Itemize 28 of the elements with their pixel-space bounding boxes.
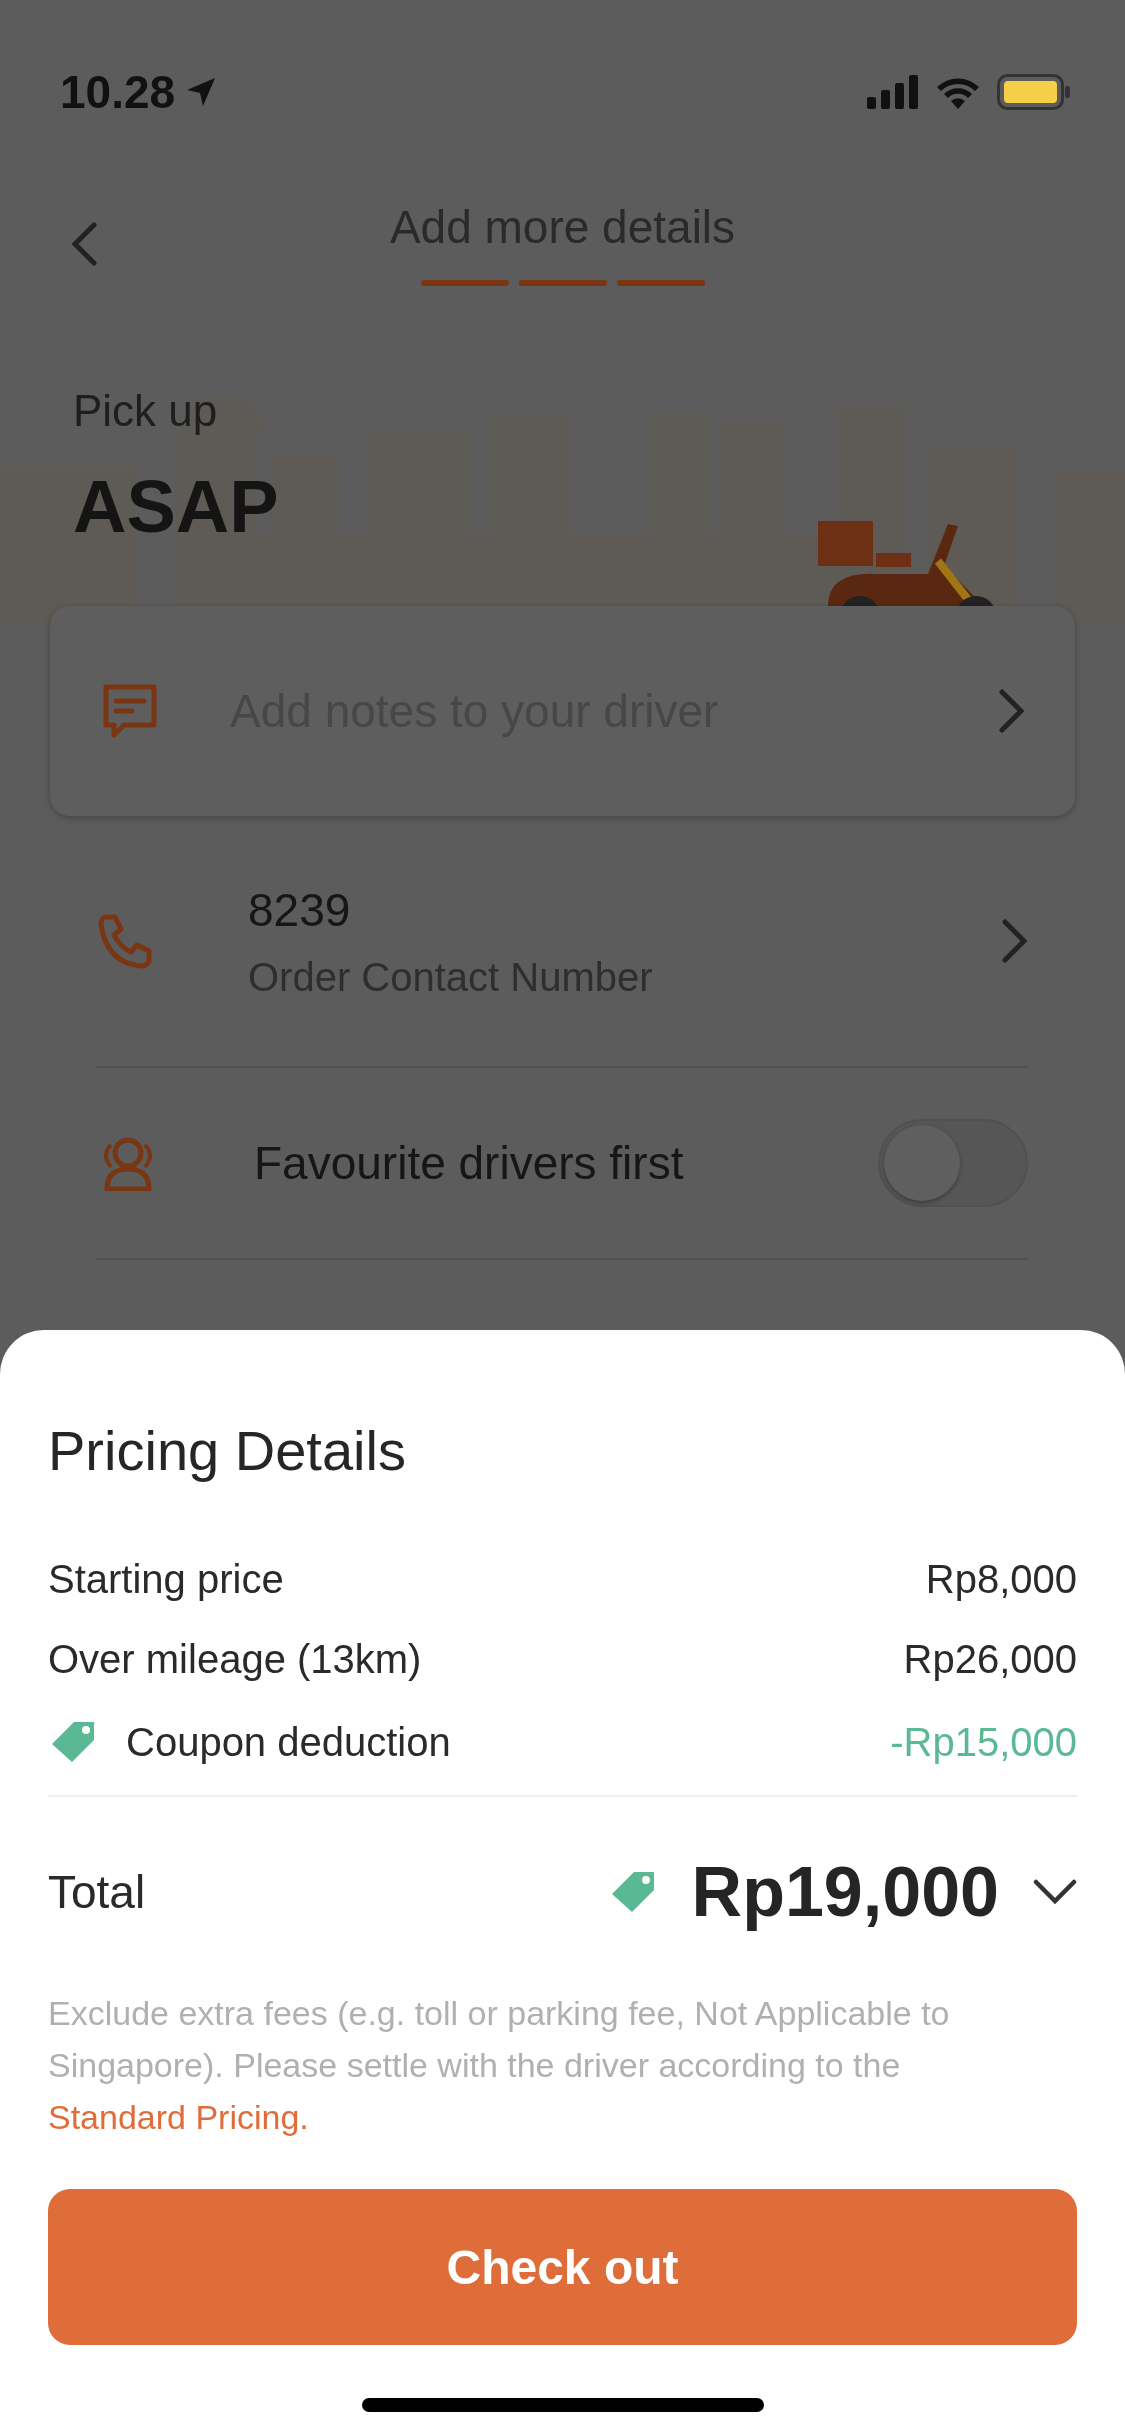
chat-icon: [102, 683, 158, 739]
pricing-link[interactable]: Standard Pricing.: [48, 2098, 309, 2136]
price-label: Starting price: [48, 1556, 284, 1602]
price-label: Over mileage (13km): [48, 1636, 422, 1682]
chevron-right-icon[interactable]: [999, 689, 1025, 733]
price-amount: Rp26,000: [903, 1636, 1077, 1682]
status-time: 10.28: [60, 65, 176, 119]
location-arrow-icon: [185, 76, 218, 108]
price-amount: Rp8,000: [925, 1556, 1077, 1602]
pickup-time: ASAP: [73, 464, 280, 549]
expand-toggle[interactable]: [1033, 1878, 1077, 1906]
battery-icon: [997, 74, 1071, 110]
chevron-icon: [1033, 1878, 1077, 1906]
pickup-label: Pick up: [73, 386, 219, 436]
checkout-button[interactable]: Check out: [48, 2189, 1077, 2345]
price-label: Coupon deduction: [126, 1719, 451, 1765]
fees-note: Exclude extra fees (e.g. toll or parking fee, Not Applicable to Singapore). Please settle with the driver according to the Standard Pricing.: [48, 1993, 951, 2138]
wifi-icon: [935, 75, 981, 109]
back-icon[interactable]: [70, 222, 98, 266]
phone-icon: [97, 913, 153, 969]
signal-icon: [867, 75, 919, 109]
chevron-right-icon[interactable]: [1002, 919, 1028, 963]
total-label: Total: [48, 1865, 146, 1919]
contact-number: 8239: [248, 882, 352, 937]
total-amount: Rp19,000: [691, 1852, 999, 1932]
price-amount: -Rp15,000: [890, 1719, 1077, 1765]
sheet-title: Pricing Details: [48, 1418, 407, 1483]
favourite-label: Favourite drivers first: [254, 1136, 685, 1190]
